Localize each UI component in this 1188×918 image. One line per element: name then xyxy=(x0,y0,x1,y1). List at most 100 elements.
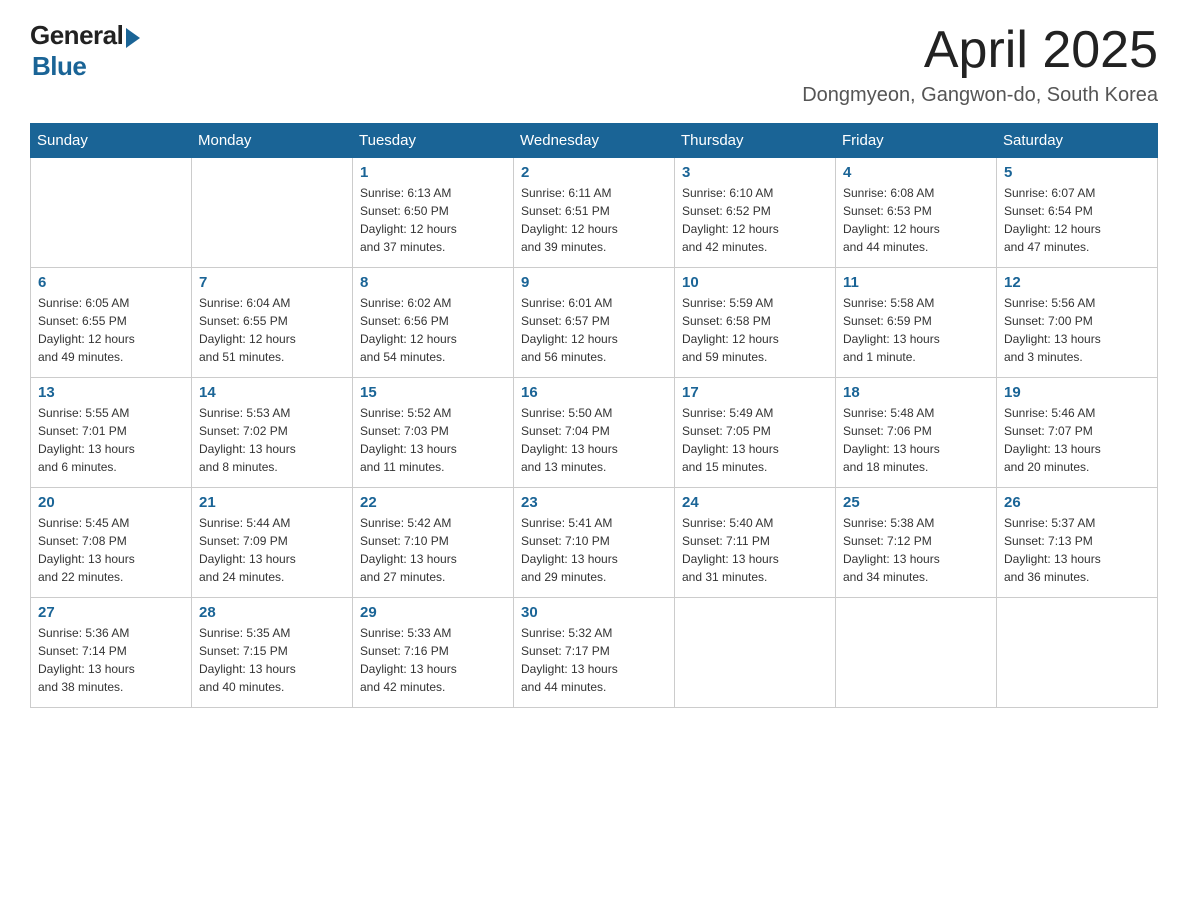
day-number: 18 xyxy=(843,384,989,401)
day-number: 22 xyxy=(360,494,506,511)
calendar-body: 1Sunrise: 6:13 AM Sunset: 6:50 PM Daylig… xyxy=(31,158,1158,708)
calendar-week-row: 20 Sunrise: 5:45 AM Sunset: 7:08 PM Dayli… xyxy=(31,488,1158,598)
calendar-cell xyxy=(997,598,1158,708)
calendar-cell: 21Sunrise: 5:44 AM Sunset: 7:09 PM Dayli… xyxy=(192,488,353,598)
calendar-cell: 23Sunrise: 5:41 AM Sunset: 7:10 PM Dayli… xyxy=(514,488,675,598)
day-info: Sunrise: 5:48 AM Sunset: 7:06 PM Dayligh… xyxy=(843,404,989,476)
day-number: 21 xyxy=(199,494,345,511)
calendar-cell: 2 Sunrise: 6:11 AM Sunset: 6:51 PM Daylig… xyxy=(514,158,675,268)
weekday-header-row: Sunday Monday Tuesday Wednesday Thursday… xyxy=(31,124,1158,158)
logo: General Blue xyxy=(30,20,140,82)
day-info: Sunrise: 5:52 AM Sunset: 7:03 PM Dayligh… xyxy=(360,404,506,476)
day-info: Sunrise: 5:55 AM Sunset: 7:01 PM Dayligh… xyxy=(38,404,184,476)
day-info: Sunrise: 6:07 AM Sunset: 6:54 PM Dayligh… xyxy=(1004,184,1150,256)
calendar-week-row: 27Sunrise: 5:36 AM Sunset: 7:14 PM Dayli… xyxy=(31,598,1158,708)
calendar-cell: 26 Sunrise: 5:37 AM Sunset: 7:13 PM Dayli… xyxy=(997,488,1158,598)
day-info: Sunrise: 6:10 AM Sunset: 6:52 PM Dayligh… xyxy=(682,184,828,256)
header-sunday: Sunday xyxy=(31,124,192,158)
day-info: Sunrise: 5:53 AM Sunset: 7:02 PM Dayligh… xyxy=(199,404,345,476)
day-number: 29 xyxy=(360,604,506,621)
logo-general: General xyxy=(30,20,123,51)
day-info: Sunrise: 5:40 AM Sunset: 7:11 PM Dayligh… xyxy=(682,514,828,586)
day-info: Sunrise: 6:08 AM Sunset: 6:53 PM Dayligh… xyxy=(843,184,989,256)
day-info: Sunrise: 5:33 AM Sunset: 7:16 PM Dayligh… xyxy=(360,624,506,696)
day-number: 16 xyxy=(521,384,667,401)
day-info: Sunrise: 5:56 AM Sunset: 7:00 PM Dayligh… xyxy=(1004,294,1150,366)
day-number: 19 xyxy=(1004,384,1150,401)
header-friday: Friday xyxy=(836,124,997,158)
calendar-cell: 16Sunrise: 5:50 AM Sunset: 7:04 PM Dayli… xyxy=(514,378,675,488)
calendar-cell: 30 Sunrise: 5:32 AM Sunset: 7:17 PM Dayli… xyxy=(514,598,675,708)
day-number: 10 xyxy=(682,274,828,291)
calendar-week-row: 13 Sunrise: 5:55 AM Sunset: 7:01 PM Dayli… xyxy=(31,378,1158,488)
day-number: 8 xyxy=(360,274,506,291)
day-number: 30 xyxy=(521,604,667,621)
day-number: 4 xyxy=(843,164,989,181)
day-info: Sunrise: 6:01 AM Sunset: 6:57 PM Dayligh… xyxy=(521,294,667,366)
calendar-cell: 14 Sunrise: 5:53 AM Sunset: 7:02 PM Dayli… xyxy=(192,378,353,488)
day-number: 26 xyxy=(1004,494,1150,511)
day-info: Sunrise: 6:13 AM Sunset: 6:50 PM Dayligh… xyxy=(360,184,506,256)
calendar-cell xyxy=(836,598,997,708)
calendar-cell: 22 Sunrise: 5:42 AM Sunset: 7:10 PM Dayli… xyxy=(353,488,514,598)
calendar-cell: 10 Sunrise: 5:59 AM Sunset: 6:58 PM Dayli… xyxy=(675,268,836,378)
calendar-cell: 24Sunrise: 5:40 AM Sunset: 7:11 PM Dayli… xyxy=(675,488,836,598)
calendar-cell: 28 Sunrise: 5:35 AM Sunset: 7:15 PM Dayli… xyxy=(192,598,353,708)
calendar-cell xyxy=(675,598,836,708)
calendar-cell: 4 Sunrise: 6:08 AM Sunset: 6:53 PM Daylig… xyxy=(836,158,997,268)
calendar-cell: 5Sunrise: 6:07 AM Sunset: 6:54 PM Daylig… xyxy=(997,158,1158,268)
page-header: General Blue April 2025 Dongmyeon, Gangw… xyxy=(30,20,1158,107)
day-number: 28 xyxy=(199,604,345,621)
calendar-cell xyxy=(31,158,192,268)
calendar-cell: 15Sunrise: 5:52 AM Sunset: 7:03 PM Dayli… xyxy=(353,378,514,488)
calendar-cell: 7 Sunrise: 6:04 AM Sunset: 6:55 PM Daylig… xyxy=(192,268,353,378)
calendar-week-row: 6 Sunrise: 6:05 AM Sunset: 6:55 PM Daylig… xyxy=(31,268,1158,378)
header-saturday: Saturday xyxy=(997,124,1158,158)
day-info: Sunrise: 5:37 AM Sunset: 7:13 PM Dayligh… xyxy=(1004,514,1150,586)
day-info: Sunrise: 5:59 AM Sunset: 6:58 PM Dayligh… xyxy=(682,294,828,366)
day-number: 9 xyxy=(521,274,667,291)
day-number: 23 xyxy=(521,494,667,511)
day-info: Sunrise: 6:05 AM Sunset: 6:55 PM Dayligh… xyxy=(38,294,184,366)
day-number: 20 xyxy=(38,494,184,511)
day-number: 2 xyxy=(521,164,667,181)
calendar-cell: 19 Sunrise: 5:46 AM Sunset: 7:07 PM Dayli… xyxy=(997,378,1158,488)
day-number: 17 xyxy=(682,384,828,401)
calendar-cell: 18 Sunrise: 5:48 AM Sunset: 7:06 PM Dayli… xyxy=(836,378,997,488)
logo-blue: Blue xyxy=(32,51,86,82)
day-info: Sunrise: 5:45 AM Sunset: 7:08 PM Dayligh… xyxy=(38,514,184,586)
calendar-table: Sunday Monday Tuesday Wednesday Thursday… xyxy=(30,123,1158,708)
calendar-cell: 3 Sunrise: 6:10 AM Sunset: 6:52 PM Daylig… xyxy=(675,158,836,268)
day-info: Sunrise: 5:38 AM Sunset: 7:12 PM Dayligh… xyxy=(843,514,989,586)
calendar-cell: 29 Sunrise: 5:33 AM Sunset: 7:16 PM Dayli… xyxy=(353,598,514,708)
day-info: Sunrise: 6:02 AM Sunset: 6:56 PM Dayligh… xyxy=(360,294,506,366)
calendar-cell xyxy=(192,158,353,268)
calendar-cell: 11 Sunrise: 5:58 AM Sunset: 6:59 PM Dayli… xyxy=(836,268,997,378)
calendar-cell: 9 Sunrise: 6:01 AM Sunset: 6:57 PM Daylig… xyxy=(514,268,675,378)
day-info: Sunrise: 5:42 AM Sunset: 7:10 PM Dayligh… xyxy=(360,514,506,586)
day-info: Sunrise: 6:11 AM Sunset: 6:51 PM Dayligh… xyxy=(521,184,667,256)
day-number: 7 xyxy=(199,274,345,291)
title-section: April 2025 Dongmyeon, Gangwon-do, South … xyxy=(802,20,1158,107)
day-number: 14 xyxy=(199,384,345,401)
day-info: Sunrise: 5:32 AM Sunset: 7:17 PM Dayligh… xyxy=(521,624,667,696)
day-number: 13 xyxy=(38,384,184,401)
day-number: 6 xyxy=(38,274,184,291)
day-info: Sunrise: 6:04 AM Sunset: 6:55 PM Dayligh… xyxy=(199,294,345,366)
day-info: Sunrise: 5:46 AM Sunset: 7:07 PM Dayligh… xyxy=(1004,404,1150,476)
day-info: Sunrise: 5:58 AM Sunset: 6:59 PM Dayligh… xyxy=(843,294,989,366)
calendar-cell: 12 Sunrise: 5:56 AM Sunset: 7:00 PM Dayli… xyxy=(997,268,1158,378)
day-number: 3 xyxy=(682,164,828,181)
calendar-subtitle: Dongmyeon, Gangwon-do, South Korea xyxy=(802,84,1158,107)
day-number: 12 xyxy=(1004,274,1150,291)
calendar-cell: 27Sunrise: 5:36 AM Sunset: 7:14 PM Dayli… xyxy=(31,598,192,708)
day-number: 25 xyxy=(843,494,989,511)
calendar-cell: 1Sunrise: 6:13 AM Sunset: 6:50 PM Daylig… xyxy=(353,158,514,268)
header-tuesday: Tuesday xyxy=(353,124,514,158)
calendar-header: Sunday Monday Tuesday Wednesday Thursday… xyxy=(31,124,1158,158)
day-number: 11 xyxy=(843,274,989,291)
calendar-cell: 8 Sunrise: 6:02 AM Sunset: 6:56 PM Daylig… xyxy=(353,268,514,378)
calendar-cell: 13 Sunrise: 5:55 AM Sunset: 7:01 PM Dayli… xyxy=(31,378,192,488)
header-wednesday: Wednesday xyxy=(514,124,675,158)
day-info: Sunrise: 5:35 AM Sunset: 7:15 PM Dayligh… xyxy=(199,624,345,696)
